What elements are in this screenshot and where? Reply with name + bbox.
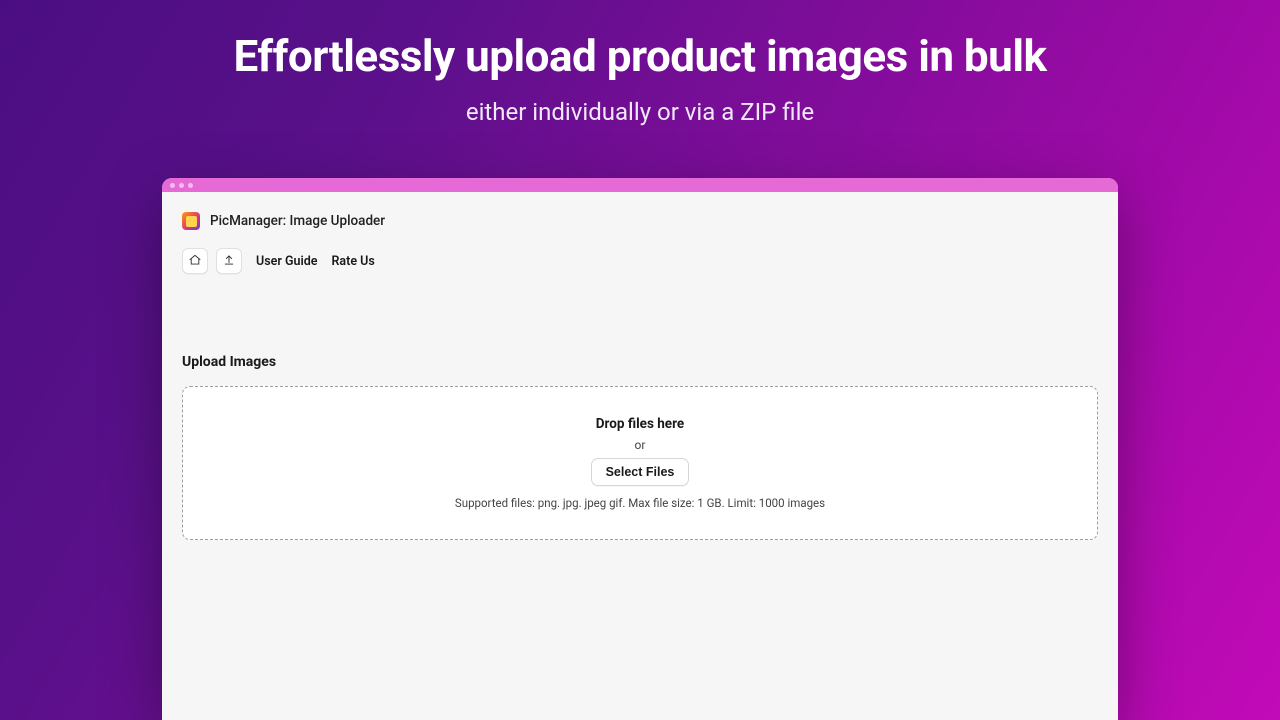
- dropzone-hint: Supported files: png. jpg. jpeg gif. Max…: [455, 496, 825, 510]
- app-body: PicManager: Image Uploader User Guide Ra…: [162, 192, 1118, 560]
- select-files-button[interactable]: Select Files: [591, 458, 690, 486]
- app-logo-icon: [182, 212, 200, 230]
- promo-subtitle: either individually or via a ZIP file: [0, 98, 1280, 126]
- traffic-light-minimize-icon[interactable]: [179, 183, 184, 188]
- rate-us-link[interactable]: Rate Us: [331, 254, 374, 269]
- traffic-light-zoom-icon[interactable]: [188, 183, 193, 188]
- file-dropzone[interactable]: Drop files here or Select Files Supporte…: [182, 386, 1098, 540]
- app-window: PicManager: Image Uploader User Guide Ra…: [162, 178, 1118, 720]
- app-title: PicManager: Image Uploader: [210, 213, 385, 229]
- promo-title: Effortlessly upload product images in bu…: [0, 30, 1280, 82]
- home-icon: [188, 252, 202, 271]
- upload-button[interactable]: [216, 248, 242, 274]
- traffic-light-close-icon[interactable]: [170, 183, 175, 188]
- toolbar: User Guide Rate Us: [182, 248, 1098, 274]
- dropzone-label: Drop files here: [596, 416, 684, 432]
- window-titlebar: [162, 178, 1118, 192]
- user-guide-link[interactable]: User Guide: [256, 254, 317, 269]
- upload-section-title: Upload Images: [182, 354, 1098, 370]
- app-header: PicManager: Image Uploader: [182, 212, 1098, 230]
- home-button[interactable]: [182, 248, 208, 274]
- dropzone-or: or: [635, 438, 646, 452]
- promo-hero: Effortlessly upload product images in bu…: [0, 0, 1280, 126]
- upload-icon: [222, 252, 236, 271]
